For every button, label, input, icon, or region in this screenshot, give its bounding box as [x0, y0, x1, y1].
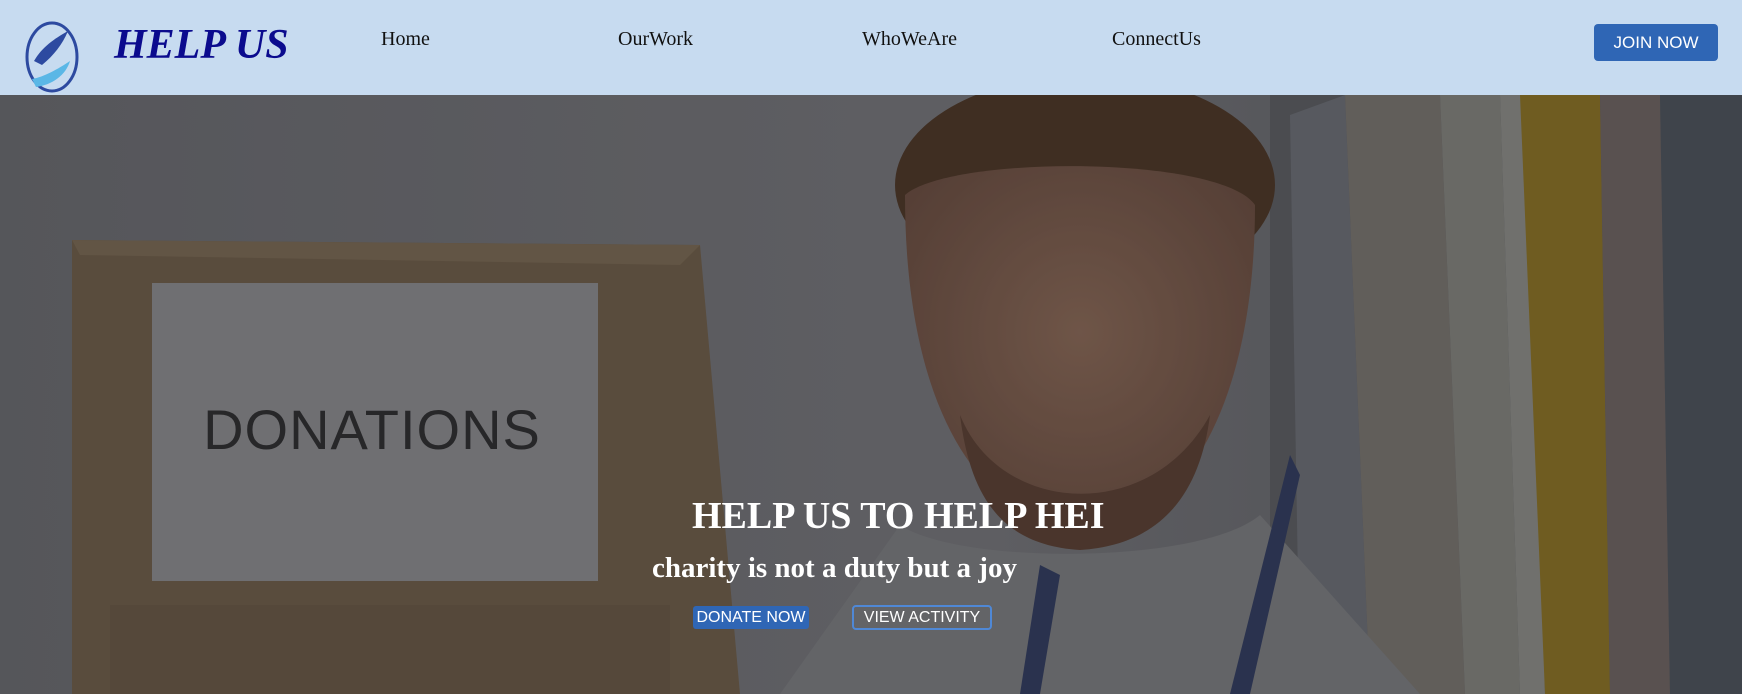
- hand-drop-logo-icon[interactable]: [24, 21, 80, 93]
- nav-link-our-work[interactable]: OurWork: [618, 29, 693, 49]
- hero-subtitle: charity is not a duty but a joy: [652, 552, 1017, 584]
- hero-title: HELP US TO HELP HEI: [692, 495, 1105, 537]
- view-activity-button[interactable]: VIEW ACTIVITY: [852, 605, 992, 630]
- nav-link-connect-us[interactable]: ConnectUs: [1112, 29, 1201, 49]
- hero-section: DONATIONS HELP US TO HELP HEI charity is…: [0, 95, 1742, 694]
- donate-now-button[interactable]: DONATE NOW: [693, 606, 809, 629]
- nav-link-home[interactable]: Home: [381, 29, 430, 49]
- join-now-button[interactable]: JOIN NOW: [1594, 24, 1718, 61]
- brand-name[interactable]: HELP US: [114, 24, 289, 66]
- nav-link-who-we-are[interactable]: WhoWeAre: [862, 29, 957, 49]
- top-navbar: HELP US Home OurWork WhoWeAre ConnectUs …: [0, 0, 1742, 95]
